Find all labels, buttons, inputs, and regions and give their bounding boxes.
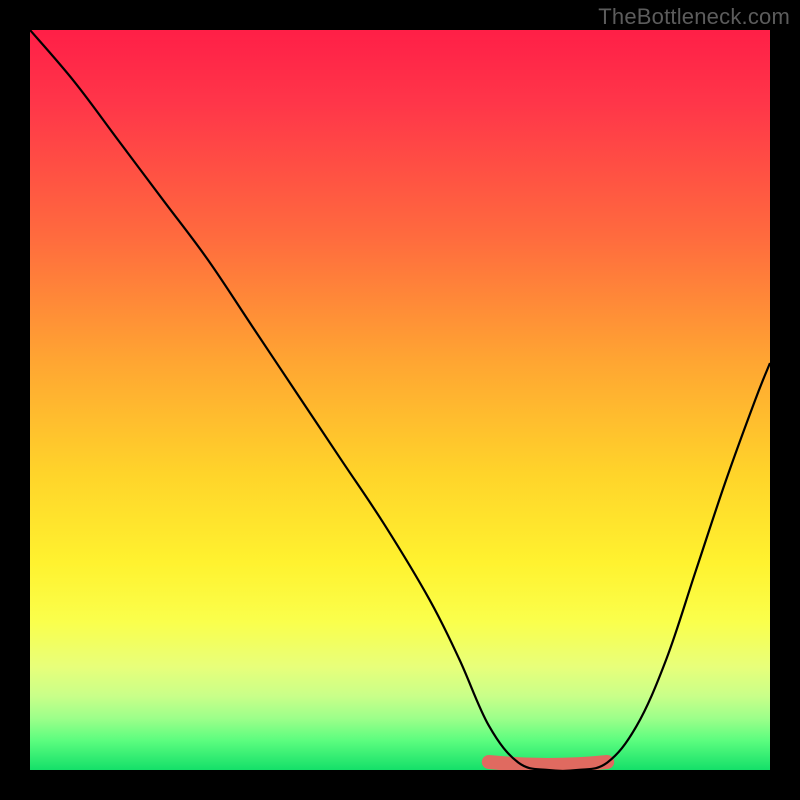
plot-area [30,30,770,770]
optimal-range-highlight [489,762,607,765]
bottleneck-curve [30,30,770,770]
chart-svg [30,30,770,770]
watermark-text: TheBottleneck.com [598,4,790,30]
chart-frame: TheBottleneck.com [0,0,800,800]
